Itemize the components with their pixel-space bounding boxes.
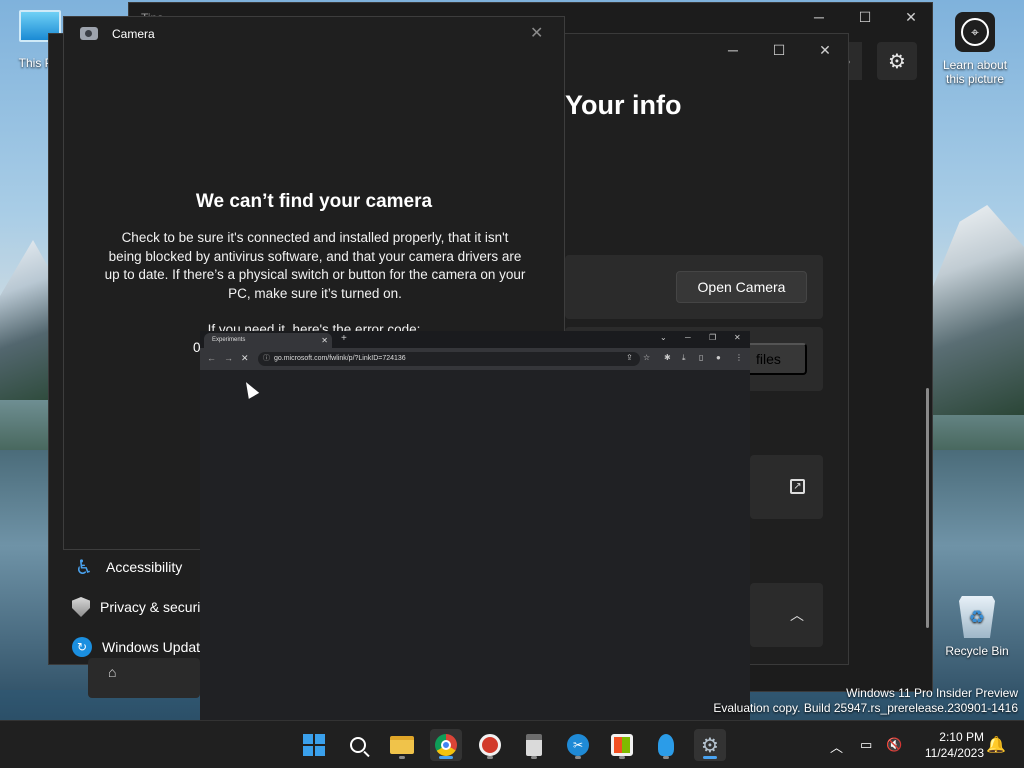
download-icon[interactable]: ⤓	[682, 353, 686, 363]
site-info-icon[interactable]: ⓘ	[263, 352, 270, 366]
close-button[interactable]: ✕	[734, 333, 741, 342]
gear-icon[interactable]: ⚙	[877, 42, 917, 80]
sidebar-item-label: Accessibility	[106, 559, 183, 575]
sidebar-item-privacy-security[interactable]: Privacy & security	[64, 592, 200, 622]
home-icon[interactable]: ⌂	[108, 664, 116, 680]
sidebar-item-label: Windows Update	[102, 639, 200, 655]
close-button[interactable]: ✕	[802, 42, 848, 59]
desktop-icon-label: Recycle Bin	[945, 644, 1009, 658]
taskbar-tips[interactable]	[650, 729, 682, 761]
windows-logo-icon	[303, 734, 325, 756]
scrollbar[interactable]	[926, 388, 929, 628]
new-tab-button[interactable]: +	[341, 333, 347, 344]
chevron-up-icon[interactable]: ︿	[790, 605, 804, 625]
watermark-build: Evaluation copy. Build 25947.rs_prerelea…	[713, 701, 1018, 715]
windows-update-icon: ↻	[72, 635, 92, 659]
ccleaner-icon	[479, 734, 501, 756]
network-icon[interactable]: ▭	[860, 737, 872, 753]
recycle-bin-icon: ♻	[959, 596, 995, 638]
gear-icon: ⚙	[701, 734, 719, 757]
taskbar: ✂ ⚙ ︿ ▭ 🔇 2:10 PM 11/24/2023 🔔	[0, 720, 1024, 768]
open-camera-button[interactable]: Open Camera	[676, 271, 807, 303]
tab-search-icon[interactable]: ⌄	[660, 333, 667, 342]
volume-muted-icon[interactable]: 🔇	[886, 737, 902, 753]
profile-icon[interactable]: ●	[716, 353, 721, 362]
chevron-up-icon[interactable]: ︿	[830, 737, 843, 756]
tab-close-icon[interactable]: ✕	[321, 333, 328, 348]
calculator-icon	[526, 734, 542, 756]
minimize-button[interactable]: ─	[710, 42, 756, 58]
taskbar-chrome[interactable]	[430, 729, 462, 761]
side-panel-icon[interactable]: ▯	[699, 353, 703, 362]
menu-icon[interactable]: ⋮	[735, 353, 743, 362]
taskbar-file-explorer[interactable]	[386, 729, 418, 761]
forward-icon[interactable]: →	[224, 353, 233, 363]
error-heading: We can’t find your camera	[195, 191, 433, 212]
back-icon[interactable]: ←	[207, 353, 216, 363]
error-description: Check to be sure it's connected and inst…	[104, 230, 526, 301]
tab-title: Experiments	[212, 337, 246, 343]
folder-icon	[390, 736, 414, 754]
tab-strip: Experiments ✕ + ⌄ ─ ❐ ✕	[200, 331, 750, 348]
shield-icon	[72, 595, 90, 619]
home-bar	[88, 658, 200, 698]
restore-button[interactable]: ❐	[709, 333, 716, 342]
camera-icon	[80, 27, 98, 40]
sidebar-item-accessibility[interactable]: ♿ Accessibility	[64, 552, 182, 582]
setting-card-link[interactable]	[750, 455, 823, 519]
desktop-icon-recycle-bin[interactable]: ♻ Recycle Bin	[942, 596, 1012, 658]
maximize-button[interactable]: ☐	[842, 9, 888, 26]
taskbar-microsoft-store[interactable]	[606, 729, 638, 761]
taskbar-clock[interactable]: 2:10 PM 11/24/2023	[925, 729, 984, 761]
notification-bell-icon[interactable]: 🔔	[986, 735, 1006, 755]
accessibility-icon: ♿	[75, 556, 93, 579]
browser-window[interactable]: Experiments ✕ + ⌄ ─ ❐ ✕ ← → ✕ ⓘ go.micro…	[200, 331, 750, 720]
taskbar-search-button[interactable]	[342, 729, 374, 761]
url-text: go.microsoft.com/fwlink/p/?LinkID=724136	[274, 355, 406, 362]
desktop-icon-learn-about-picture[interactable]: ⌖ Learn about this picture	[938, 10, 1012, 86]
stop-icon[interactable]: ✕	[241, 353, 249, 364]
close-button[interactable]: ✕	[530, 23, 543, 43]
setting-card-expander[interactable]	[750, 583, 823, 647]
taskbar-calculator[interactable]	[518, 729, 550, 761]
external-link-icon[interactable]: ↗	[790, 479, 805, 494]
search-icon	[350, 737, 366, 753]
watermark-edition: Windows 11 Pro Insider Preview	[846, 686, 1018, 700]
extensions-icon[interactable]: ✱	[664, 353, 671, 362]
maximize-button[interactable]: ☐	[756, 42, 802, 59]
chrome-icon	[435, 734, 457, 756]
browse-files-button[interactable]: files	[740, 343, 807, 375]
taskbar-ccleaner[interactable]	[474, 729, 506, 761]
clock-time: 2:10 PM	[939, 730, 984, 744]
close-button[interactable]: ✕	[888, 9, 934, 26]
window-title: Camera	[112, 27, 155, 41]
bookmark-star-icon[interactable]: ☆	[643, 353, 650, 362]
desktop-icon-label: Learn about this picture	[942, 58, 1008, 86]
taskbar-settings[interactable]: ⚙	[694, 729, 726, 761]
address-bar[interactable]: ⓘ go.microsoft.com/fwlink/p/?LinkID=7241…	[258, 352, 640, 366]
page-title: Your info	[565, 90, 682, 120]
clock-date: 11/24/2023	[924, 746, 984, 760]
start-button[interactable]	[298, 729, 330, 761]
browser-tab[interactable]: Experiments ✕	[204, 333, 332, 348]
taskbar-snipping-tool[interactable]: ✂	[562, 729, 594, 761]
share-icon[interactable]: ⇪	[626, 353, 633, 362]
browser-toolbar: ← → ✕ ⓘ go.microsoft.com/fwlink/p/?LinkI…	[200, 348, 750, 370]
store-icon	[611, 734, 633, 756]
camera-location-icon: ⌖	[955, 12, 995, 52]
snipping-tool-icon: ✂	[567, 734, 589, 756]
sidebar-item-label: Privacy & security	[100, 599, 200, 615]
lightbulb-icon	[658, 734, 674, 756]
minimize-button[interactable]: ─	[796, 9, 842, 25]
minimize-button[interactable]: ─	[685, 333, 691, 342]
wallpaper-mountain-right	[932, 205, 1024, 415]
